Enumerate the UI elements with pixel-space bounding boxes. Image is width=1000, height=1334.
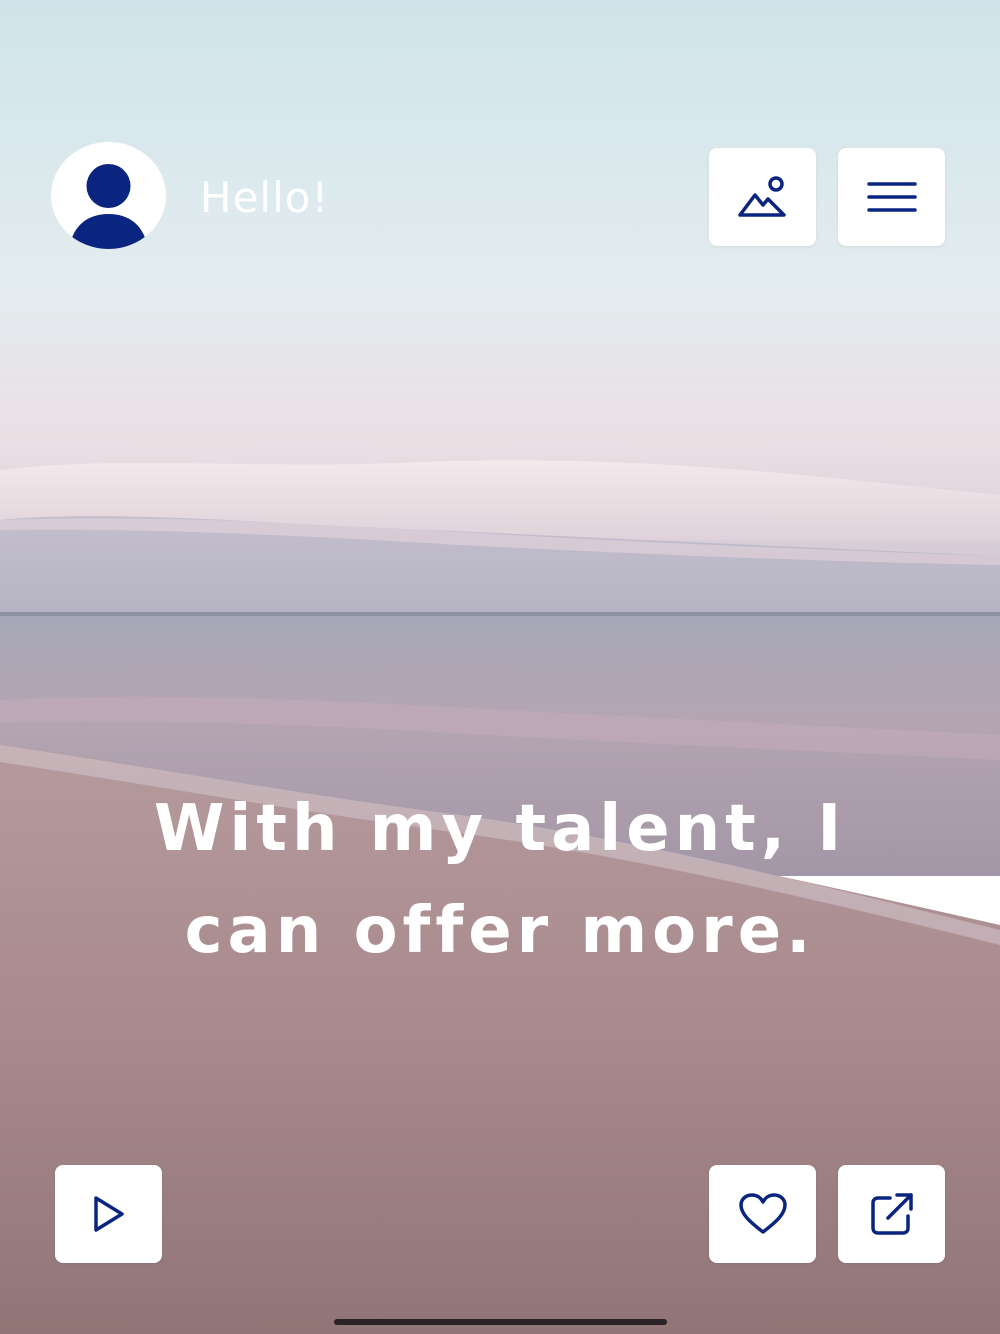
share-button[interactable] (838, 1165, 945, 1263)
menu-button[interactable] (838, 148, 945, 246)
tagline-line-2: can offer more. (184, 894, 816, 968)
user-avatar[interactable] (51, 142, 166, 249)
scenery-button[interactable] (709, 148, 816, 246)
app-screen: Hello! With my talent, I can offer more. (0, 0, 1000, 1334)
tagline-line-1: With my talent, I (153, 792, 847, 866)
greeting-text: Hello! (200, 173, 330, 222)
like-button[interactable] (709, 1165, 816, 1263)
mountain-sun-icon (737, 176, 786, 217)
play-icon (93, 1196, 124, 1232)
home-indicator[interactable] (334, 1319, 667, 1325)
hero-tagline: With my talent, I can offer more. (100, 778, 900, 982)
hamburger-menu-icon (866, 182, 917, 212)
heart-icon (738, 1193, 787, 1234)
external-link-icon (870, 1193, 913, 1235)
play-button[interactable] (55, 1165, 162, 1263)
user-avatar-icon (69, 164, 148, 249)
